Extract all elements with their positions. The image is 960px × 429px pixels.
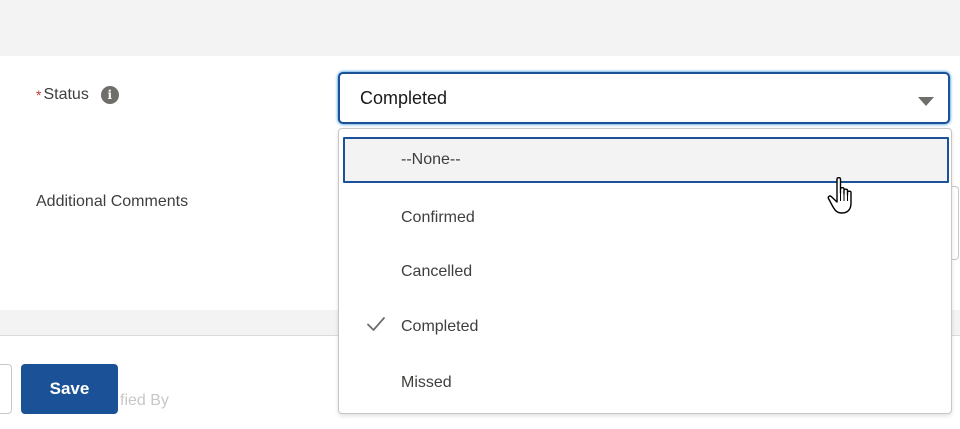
option-label: Confirmed bbox=[401, 209, 475, 226]
option-label: Completed bbox=[401, 318, 479, 335]
required-marker: * bbox=[36, 87, 42, 103]
status-field-label: * Status i bbox=[36, 86, 119, 104]
obscured-field-label: fied By bbox=[120, 392, 169, 409]
additional-comments-label: Additional Comments bbox=[36, 193, 189, 210]
hand-pointer-icon bbox=[827, 177, 852, 214]
option-cancelled[interactable]: Cancelled bbox=[343, 249, 947, 295]
info-icon[interactable]: i bbox=[100, 86, 119, 104]
option-label: Missed bbox=[401, 374, 452, 391]
option-label: --None-- bbox=[401, 151, 461, 168]
page-header-band bbox=[0, 0, 960, 56]
cancel-button[interactable] bbox=[0, 364, 12, 414]
check-icon bbox=[367, 317, 385, 331]
chevron-down-icon bbox=[918, 97, 934, 106]
status-listbox: --None-- Confirmed Cancelled Completed M… bbox=[338, 128, 952, 414]
status-label-text: Status bbox=[43, 86, 89, 103]
status-combobox[interactable]: Completed bbox=[338, 72, 950, 124]
status-selected-value: Completed bbox=[360, 87, 448, 108]
option-completed[interactable]: Completed bbox=[343, 304, 947, 350]
save-button[interactable]: Save bbox=[21, 364, 118, 414]
option-missed[interactable]: Missed bbox=[343, 360, 947, 406]
option-label: Cancelled bbox=[401, 263, 473, 280]
